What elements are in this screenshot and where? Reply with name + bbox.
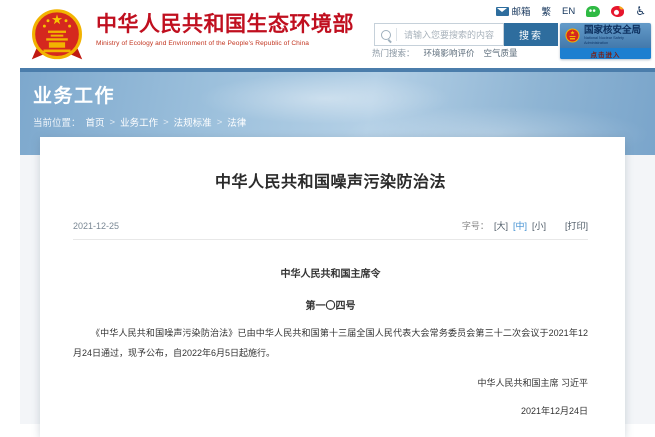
english-toggle[interactable]: EN	[562, 6, 575, 17]
breadcrumb-separator: >	[110, 117, 116, 128]
nnsa-text: 国家核安全局 National Nuclear Safety Administr…	[584, 26, 647, 46]
search-divider	[396, 28, 397, 41]
font-size-label: 字号：	[462, 219, 489, 232]
nnsa-subtitle: National Nuclear Safety Administration	[584, 36, 647, 46]
hot-search-row: 热门搜索： 环境影响评价 空气质量	[372, 47, 518, 59]
article-paragraph: 《中华人民共和国噪声污染防治法》已由中华人民共和国第十三届全国人民代表大会常务委…	[73, 323, 588, 363]
breadcrumb-separator: >	[163, 117, 169, 128]
hot-search-label: 热门搜索：	[372, 47, 415, 59]
nnsa-emblem-icon	[565, 28, 580, 44]
mail-icon	[496, 7, 509, 16]
font-size-medium-button[interactable]: [中]	[513, 219, 527, 232]
traditional-chinese-toggle[interactable]: 繁	[542, 4, 552, 18]
meta-divider	[73, 239, 588, 240]
quick-links-bar: 邮箱 繁 EN ♿	[496, 4, 647, 18]
breadcrumb-home[interactable]: 首页	[86, 115, 105, 129]
site-header: 中华人民共和国生态环境部 Ministry of Ecology and Env…	[0, 0, 655, 68]
national-emblem-logo[interactable]	[30, 7, 84, 65]
signature-date: 2021年12月24日	[73, 401, 588, 421]
section-title: 业务工作	[33, 72, 655, 108]
nnsa-banner-button[interactable]: 国家核安全局 National Nuclear Safety Administr…	[560, 23, 651, 59]
site-subtitle: Ministry of Ecology and Environment of t…	[96, 40, 354, 47]
weibo-icon[interactable]	[611, 6, 624, 17]
search-box	[374, 23, 504, 46]
accessibility-icon[interactable]: ♿	[635, 5, 646, 17]
nnsa-enter-label: 点击进入	[591, 49, 621, 59]
decree-heading: 中华人民共和国主席令	[73, 248, 588, 280]
breadcrumb-business[interactable]: 业务工作	[120, 115, 158, 129]
nnsa-enter-strip[interactable]: 点击进入	[560, 48, 651, 59]
mail-label: 邮箱	[512, 4, 531, 18]
search-bar: 搜索	[374, 23, 558, 46]
site-title: 中华人民共和国生态环境部	[96, 13, 354, 37]
nnsa-top: 国家核安全局 National Nuclear Safety Administr…	[560, 23, 651, 47]
font-size-small-button[interactable]: [小]	[532, 219, 546, 232]
publish-date: 2021-12-25	[73, 221, 119, 231]
site-logo-text: 中华人民共和国生态环境部 Ministry of Ecology and Env…	[96, 13, 354, 47]
search-icon	[381, 30, 391, 40]
wechat-icon[interactable]	[586, 6, 600, 17]
article-meta-row: 2021-12-25 字号： [大] [中] [小] [打印]	[73, 219, 588, 232]
breadcrumb-label: 当前位置：	[33, 115, 81, 129]
breadcrumb: 当前位置： 首页 > 业务工作 > 法规标准 > 法律	[33, 115, 655, 129]
font-size-controls: 字号： [大] [中] [小] [打印]	[462, 219, 588, 232]
decree-number: 第一〇四号	[73, 280, 588, 312]
mail-link[interactable]: 邮箱	[496, 4, 531, 18]
breadcrumb-regulations[interactable]: 法规标准	[174, 115, 212, 129]
article-card: 中华人民共和国噪声污染防治法 2021-12-25 字号： [大] [中] [小…	[40, 137, 625, 437]
breadcrumb-separator: >	[217, 117, 223, 128]
font-size-large-button[interactable]: [大]	[494, 219, 508, 232]
article-title: 中华人民共和国噪声污染防治法	[73, 137, 588, 192]
nnsa-name: 国家核安全局	[584, 26, 647, 36]
search-button[interactable]: 搜索	[504, 23, 558, 46]
hot-link-air-quality[interactable]: 空气质量	[484, 47, 518, 59]
hot-link-eia[interactable]: 环境影响评价	[424, 47, 475, 59]
breadcrumb-laws[interactable]: 法律	[227, 115, 246, 129]
signature-line: 中华人民共和国主席 习近平	[73, 373, 588, 393]
print-button[interactable]: [打印]	[565, 219, 588, 232]
search-input[interactable]	[402, 29, 503, 41]
